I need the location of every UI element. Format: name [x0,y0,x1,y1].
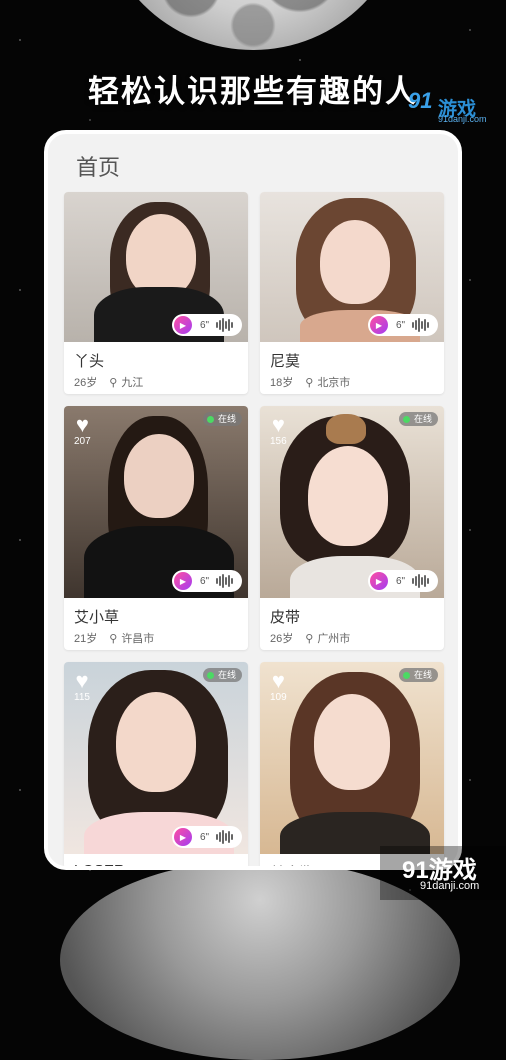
voice-wave-icon [216,830,233,844]
location-pin-icon: ⚲ [109,632,118,645]
online-label: 在线 [413,670,432,680]
profile-age: 21岁 [74,633,98,645]
profile-name: 尼莫 [270,353,301,370]
play-icon: ▶ [174,572,192,590]
voice-duration: 6" [396,319,406,331]
voice-wave-icon [412,574,429,588]
watermark-url: 91danji.com [438,114,487,124]
profile-card[interactable]: ♥ 115 在线 ▶ 6" LOSER [64,662,248,866]
play-icon: ▶ [370,316,388,334]
watermark-bottom-url: 91danji.com [420,880,480,892]
profile-name: 丫头 [74,353,105,370]
profile-info: LOSER [64,854,248,866]
watermark-bottom: 91游戏 91danji.com [380,846,506,900]
location-pin-icon: ⚲ [305,632,314,645]
play-icon: ▶ [174,316,192,334]
profile-name: 艾小草 [74,609,120,626]
profile-card[interactable]: ♥ 207 在线 ▶ 6" 艾小草 21岁 ⚲ 许昌市 [64,406,248,650]
heart-icon: ♥ [271,668,285,693]
profile-info: 丫头 26岁 ⚲ 九江 [64,342,248,394]
heart-icon: ♥ [75,412,89,437]
like-counter[interactable]: ♥ 156 [270,412,287,448]
profile-name: LOSER [74,862,125,866]
heart-icon: ♥ [271,412,285,437]
voice-duration: 6" [200,831,210,843]
profile-photo[interactable]: ♥ 207 在线 ▶ 6" [64,406,248,598]
online-dot-icon [206,671,214,679]
profile-info: 皮带 26岁 ⚲ 广州市 [260,598,444,650]
profile-card[interactable]: ▶ 6" 丫头 26岁 ⚲ 九江 [64,192,248,394]
voice-intro-button[interactable]: ▶ 6" [172,570,242,592]
profile-photo[interactable]: ▶ 6" [64,192,248,342]
voice-intro-button[interactable]: ▶ 6" [368,314,438,336]
like-count: 207 [74,436,91,447]
watermark-logo-number: 91 [408,88,433,113]
location-pin-icon: ⚲ [305,376,314,389]
page-title: 首页 [76,155,121,180]
profile-card[interactable]: ♥ 109 在线 单身狗 [260,662,444,866]
voice-intro-button[interactable]: ▶ 6" [172,826,242,848]
profile-city: 许昌市 [121,633,155,645]
profile-info: 尼莫 18岁 ⚲ 北京市 [260,342,444,394]
profile-photo[interactable]: ♥ 115 在线 ▶ 6" [64,662,248,854]
voice-duration: 6" [200,575,210,587]
profile-age: 18岁 [270,377,294,389]
play-icon: ▶ [370,572,388,590]
online-dot-icon [402,415,410,423]
online-badge: 在线 [398,412,438,426]
profile-meta: 26岁 ⚲ 九江 [74,374,143,390]
voice-duration: 6" [200,319,210,331]
profile-photo[interactable]: ♥ 109 在线 [260,662,444,854]
online-label: 在线 [413,414,432,424]
profile-name: 皮带 [270,609,301,626]
online-badge: 在线 [398,668,438,682]
profile-age: 26岁 [74,377,98,389]
profile-city: 广州市 [317,633,351,645]
like-counter[interactable]: ♥ 115 [74,668,90,704]
phone-screen: 首页 ▶ 6" 丫头 26岁 ⚲ 九江 ▶ 6" 尼莫 18岁 ⚲ 北京市 ♥ … [44,130,462,870]
like-count: 109 [270,692,287,703]
online-label: 在线 [217,414,236,424]
profile-info: 艾小草 21岁 ⚲ 许昌市 [64,598,248,650]
profile-grid: ▶ 6" 丫头 26岁 ⚲ 九江 ▶ 6" 尼莫 18岁 ⚲ 北京市 ♥ 207… [64,192,450,866]
voice-intro-button[interactable]: ▶ 6" [172,314,242,336]
profile-photo[interactable]: ▶ 6" [260,192,444,342]
heart-icon: ♥ [75,668,89,693]
profile-city: 北京市 [317,377,351,389]
location-pin-icon: ⚲ [109,376,118,389]
online-label: 在线 [217,670,236,680]
voice-intro-button[interactable]: ▶ 6" [368,570,438,592]
voice-wave-icon [216,318,233,332]
like-count: 156 [270,436,287,447]
voice-duration: 6" [396,575,406,587]
voice-wave-icon [412,318,429,332]
like-counter[interactable]: ♥ 207 [74,412,91,448]
profile-meta: 21岁 ⚲ 许昌市 [74,630,154,646]
online-badge: 在线 [202,668,242,682]
profile-meta: 26岁 ⚲ 广州市 [270,630,350,646]
profile-meta: 18岁 ⚲ 北京市 [270,374,350,390]
profile-card[interactable]: ▶ 6" 尼莫 18岁 ⚲ 北京市 [260,192,444,394]
like-counter[interactable]: ♥ 109 [270,668,287,704]
play-icon: ▶ [174,828,192,846]
watermark-top: 91 游戏 91danji.com [408,88,500,126]
online-dot-icon [402,671,410,679]
profile-card[interactable]: ♥ 156 在线 ▶ 6" 皮带 26岁 ⚲ 广州市 [260,406,444,650]
profile-photo[interactable]: ♥ 156 在线 ▶ 6" [260,406,444,598]
voice-wave-icon [216,574,233,588]
profile-name: 单身狗 [270,862,315,866]
online-badge: 在线 [202,412,242,426]
like-count: 115 [74,692,90,703]
online-dot-icon [206,415,214,423]
profile-city: 九江 [121,377,144,389]
profile-age: 26岁 [270,633,294,645]
